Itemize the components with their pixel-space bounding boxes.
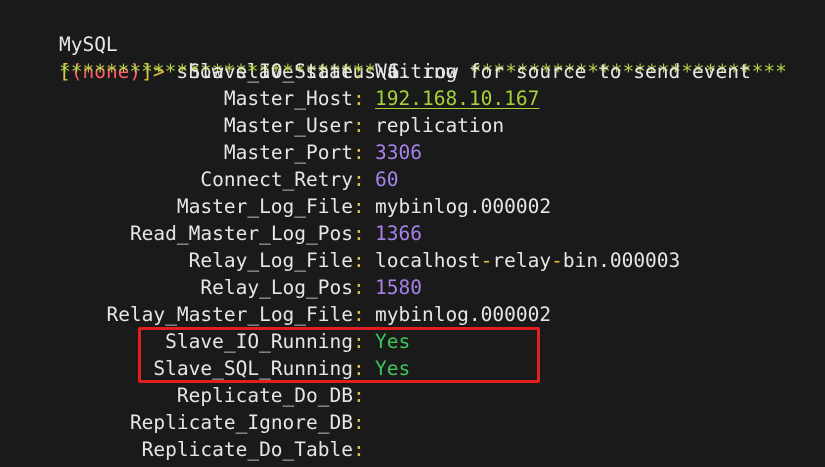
field-colon: : xyxy=(353,141,365,164)
value-text: mybinlog.000002 xyxy=(375,195,552,218)
field-value: replication xyxy=(375,112,504,139)
field-value: 1366 xyxy=(375,220,422,247)
field-label: Replicate_Do_DB xyxy=(176,384,353,407)
field-label: Relay_Log_Pos xyxy=(200,276,353,299)
field-value: 60 xyxy=(375,166,398,193)
field-colon: : xyxy=(353,276,365,299)
value-text: Waiting for source to send event xyxy=(375,60,751,83)
status-row: Master_Log_File: mybinlog.000002 xyxy=(0,193,825,220)
field-value-part: localhost xyxy=(375,249,481,272)
status-row: Replicate_Ignore_DB: xyxy=(0,409,825,436)
status-row: Master_User: replication xyxy=(0,112,825,139)
running-status: Yes xyxy=(375,357,411,380)
field-label: Master_Log_File xyxy=(176,195,353,218)
status-row: Replicate_Do_DB: xyxy=(0,382,825,409)
status-row: Relay_Log_Pos:1580 xyxy=(0,274,825,301)
status-row: Replicate_Do_Table: xyxy=(0,436,825,463)
field-label: Master_Port xyxy=(223,141,353,164)
field-label: Slave_SQL_Running xyxy=(153,357,353,380)
terminal-window[interactable]: MySQL [(none)]> show slave status\G ****… xyxy=(0,0,825,467)
field-value-part: bin.000003 xyxy=(562,249,681,272)
field-value: Waiting for source to send event xyxy=(375,58,751,85)
status-row: Connect_Retry:60 xyxy=(0,166,825,193)
field-value: 3306 xyxy=(375,139,422,166)
status-row: Slave_IO_State: Waiting for source to sen… xyxy=(0,58,825,85)
field-label: Slave_IO_Running xyxy=(165,330,353,353)
status-row: Slave_SQL_Running: Yes xyxy=(0,355,825,382)
field-colon: : xyxy=(353,114,365,137)
field-label: Master_User xyxy=(223,114,353,137)
field-label: Master_Host xyxy=(223,87,353,110)
prompt-line: MySQL [(none)]> show slave status\G xyxy=(12,4,825,83)
field-colon: : xyxy=(353,195,365,218)
value-text: replication xyxy=(375,114,505,137)
field-value-part: - xyxy=(551,249,563,272)
status-row: Read_Master_Log_Pos:1366 xyxy=(0,220,825,247)
value-text: mybinlog.000002 xyxy=(375,303,552,326)
field-colon: : xyxy=(353,60,365,83)
row-separator: *************************** 1. row *****… xyxy=(12,31,825,83)
ip-value: 192.168.10.167 xyxy=(375,87,540,110)
field-label: Replicate_Do_Table xyxy=(141,438,353,461)
field-value: localhost-relay-bin.000003 xyxy=(375,247,680,274)
field-value-part: - xyxy=(480,249,493,272)
field-colon: : xyxy=(353,384,365,407)
field-label: Relay_Master_Log_File xyxy=(106,303,353,326)
field-colon: : xyxy=(353,357,365,380)
field-colon: : xyxy=(353,249,365,272)
field-colon: : xyxy=(353,438,365,461)
field-value: 1580 xyxy=(375,274,422,301)
field-label: Relay_Log_File xyxy=(188,249,353,272)
field-colon: : xyxy=(353,330,365,353)
field-colon: : xyxy=(353,303,365,326)
field-value: mybinlog.000002 xyxy=(375,193,551,220)
value-text: 1580 xyxy=(375,276,422,299)
field-value: Yes xyxy=(375,355,410,382)
running-status: Yes xyxy=(375,330,411,353)
field-colon: : xyxy=(353,222,365,245)
field-value: 192.168.10.167 xyxy=(375,85,539,112)
status-row: Master_Host:192.168.10.167 xyxy=(0,85,825,112)
field-label: Read_Master_Log_Pos xyxy=(129,222,353,245)
field-label: Replicate_Ignore_DB xyxy=(129,411,353,434)
value-text: 1366 xyxy=(375,222,422,245)
field-value: mybinlog.000002 xyxy=(375,301,551,328)
field-colon: : xyxy=(353,411,365,434)
field-label: Slave_IO_State xyxy=(188,60,353,83)
field-colon: : xyxy=(353,168,365,191)
status-row: Relay_Master_Log_File: mybinlog.000002 xyxy=(0,301,825,328)
field-value: Yes xyxy=(375,328,410,355)
value-text: 3306 xyxy=(375,141,422,164)
field-value-part: relay xyxy=(492,249,552,272)
status-row: Relay_Log_File: localhost-relay-bin.00000… xyxy=(0,247,825,274)
value-text: 60 xyxy=(375,168,399,191)
status-row: Slave_IO_Running: Yes xyxy=(0,328,825,355)
field-label: Connect_Retry xyxy=(200,168,353,191)
field-colon: : xyxy=(353,87,365,110)
status-row: Master_Port:3306 xyxy=(0,139,825,166)
